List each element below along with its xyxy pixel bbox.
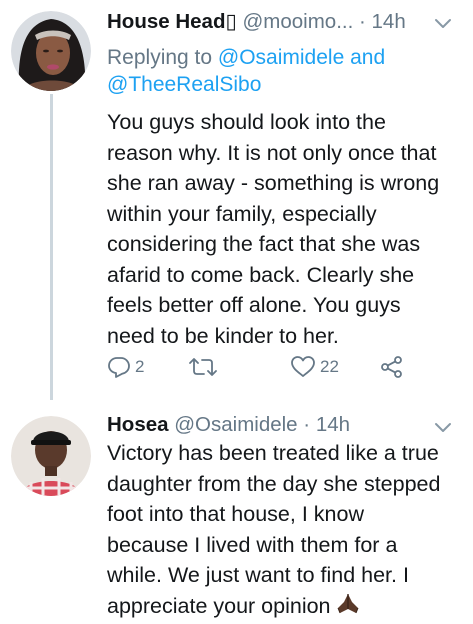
reply-count: 2	[135, 357, 144, 377]
chevron-down-icon[interactable]	[433, 417, 453, 437]
avatar[interactable]	[11, 416, 91, 496]
separator-dot: ·	[359, 10, 366, 33]
tweet-header: House Head▯ @mooimo... · 14h	[107, 9, 406, 35]
retweet-icon	[189, 355, 217, 379]
replying-to-label: Replying to	[107, 46, 212, 69]
tweet-text-line: considering the fact that she was	[107, 229, 457, 260]
tweet-header: Hosea @Osaimidele · 14h	[107, 412, 350, 438]
folded-hands-emoji	[335, 592, 361, 624]
timestamp[interactable]: 14h	[316, 413, 350, 436]
tweet-text-line: You guys should look into the	[107, 107, 457, 138]
tweet-text-line: because I lived with them for a	[107, 530, 457, 561]
avatar-image	[11, 11, 91, 91]
tweet-actions: 2 22	[107, 355, 427, 381]
tweet-text: Victory has been treated like a true dau…	[107, 438, 457, 624]
tweet-text-line: she ran away - something is wrong	[107, 168, 457, 199]
timestamp[interactable]: 14h	[372, 10, 406, 33]
tweet-text-line: need to be kinder to her.	[107, 321, 457, 352]
tweet-house-head[interactable]: House Head▯ @mooimo... · 14h Replying to…	[0, 0, 473, 400]
display-name[interactable]: Hosea	[107, 413, 169, 436]
tweet-text-line: foot into that house, I know	[107, 499, 457, 530]
tweet-text: You guys should look into the reason why…	[107, 107, 457, 351]
tweet-text-line: daughter from the day she stepped	[107, 469, 457, 500]
user-handle[interactable]: @mooimo...	[242, 10, 353, 33]
avatar-image	[11, 416, 91, 496]
mention-link[interactable]: @TheeRealSibo	[107, 73, 261, 96]
replying-to: Replying to @Osaimidele and @TheeRealSib…	[107, 44, 457, 98]
separator-dot: ·	[303, 413, 310, 436]
display-name[interactable]: House Head▯	[107, 10, 237, 33]
share-button[interactable]	[380, 355, 404, 379]
tweet-text-line: Victory has been treated like a true	[107, 438, 457, 469]
like-button[interactable]: 22	[290, 355, 339, 379]
avatar[interactable]	[11, 11, 91, 91]
tweet-text-line: while. We just want to find her. I	[107, 560, 457, 591]
tweet-text-line-last: appreciate your opinion	[107, 591, 457, 624]
tweet-text-line: feels better off alone. You guys	[107, 290, 457, 321]
retweet-button[interactable]	[189, 355, 221, 379]
like-icon	[290, 355, 316, 379]
chevron-down-icon[interactable]	[433, 13, 453, 33]
user-handle[interactable]: @Osaimidele	[174, 413, 297, 436]
tweet-text-line: within your family, especially	[107, 199, 457, 230]
tweet-hosea[interactable]: Hosea @Osaimidele · 14h Victory has been…	[0, 400, 473, 621]
tweet-text-line: reason why. It is not only once that	[107, 138, 457, 169]
like-count: 22	[320, 357, 339, 377]
reply-button[interactable]: 2	[107, 355, 144, 379]
share-icon	[380, 355, 404, 379]
thread-connector-line	[50, 94, 53, 400]
tweet-text-line: appreciate your opinion	[107, 594, 331, 618]
tweet-text-line: afarid to come back. Clearly she	[107, 260, 457, 291]
mention-link[interactable]: @Osaimidele and	[218, 46, 385, 69]
reply-icon	[107, 355, 131, 379]
